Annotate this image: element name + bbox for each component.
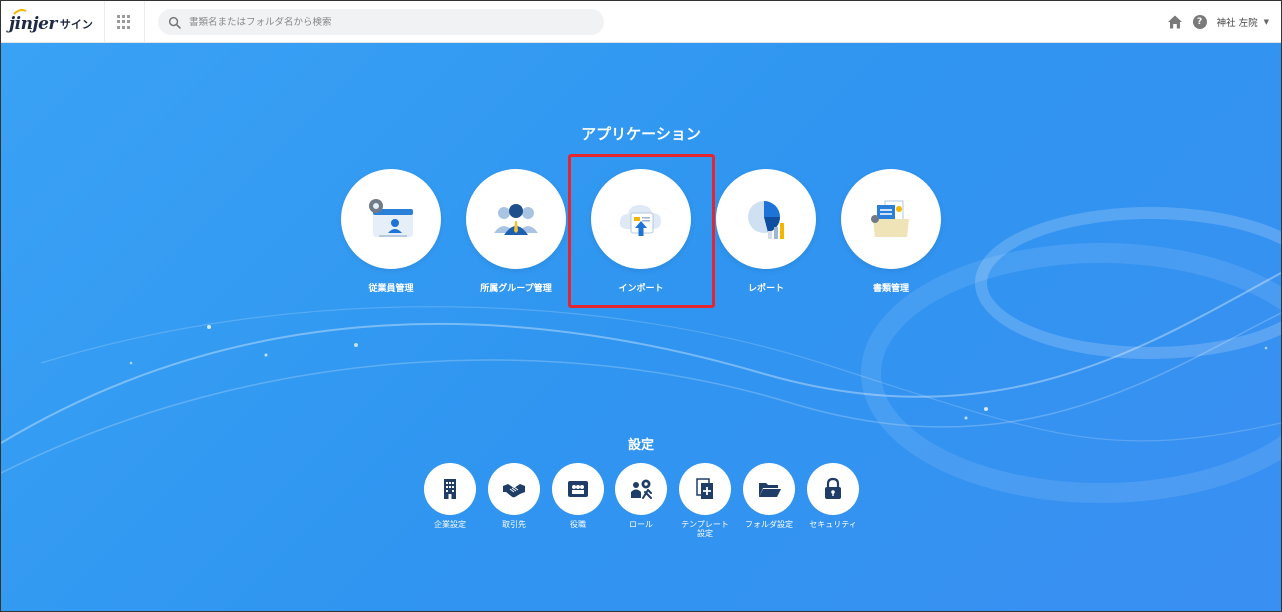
app-employee-management[interactable]: 従業員管理 (336, 169, 446, 294)
setting-position[interactable]: 役職 (546, 463, 610, 529)
app-label: レポート (747, 284, 784, 294)
app-document-management[interactable]: 書類管理 (836, 169, 946, 294)
setting-label: 役職 (570, 520, 586, 529)
app-circle[interactable] (466, 169, 566, 269)
setting-circle[interactable] (424, 463, 476, 515)
setting-business-partner[interactable]: 取引先 (482, 463, 546, 529)
app-report[interactable]: レポート (711, 169, 821, 294)
top-header: jinjer サイン ? 神社 左院 ▼ (1, 1, 1281, 43)
header-divider (144, 1, 145, 42)
setting-role[interactable]: ロール (609, 463, 673, 529)
handshake-icon (503, 484, 525, 498)
lock-icon (825, 477, 841, 499)
setting-label: セキュリティ (809, 520, 857, 529)
setting-circle[interactable] (743, 463, 795, 515)
app-grid-icon[interactable] (117, 15, 131, 29)
setting-label: フォルダ設定 (745, 520, 793, 529)
setting-circle[interactable] (679, 463, 731, 515)
applications-title: アプリケーション (581, 125, 701, 143)
app-logo[interactable]: jinjer サイン (9, 9, 93, 35)
group-people-icon (494, 204, 538, 235)
app-label: 書類管理 (872, 284, 909, 294)
app-group-management[interactable]: 所属グループ管理 (461, 169, 571, 294)
chevron-down-icon[interactable]: ▼ (1264, 18, 1269, 26)
search-bar[interactable] (158, 9, 604, 35)
setting-circle[interactable] (552, 463, 604, 515)
setting-label: テンプレート設定 (681, 520, 729, 538)
app-circle[interactable] (341, 169, 441, 269)
employee-card-icon (369, 199, 413, 237)
user-name[interactable]: 神社 左院 (1217, 15, 1258, 29)
logo-swoosh-icon (13, 9, 27, 15)
app-label: 従業員管理 (368, 284, 414, 294)
highlight-box (568, 154, 715, 308)
header-right: ? 神社 左院 ▼ (1167, 13, 1269, 31)
folder-open-icon (759, 483, 781, 497)
setting-label: ロール (629, 520, 653, 529)
setting-label: 取引先 (502, 520, 526, 529)
building-icon (444, 479, 456, 499)
setting-company[interactable]: 企業設定 (418, 463, 482, 529)
search-icon (168, 16, 181, 29)
document-folder-icon (871, 200, 909, 237)
settings-title: 設定 (627, 438, 654, 453)
home-icon[interactable] (1167, 14, 1183, 30)
setting-security[interactable]: セキュリティ (801, 463, 865, 529)
setting-label: 企業設定 (434, 520, 466, 529)
template-add-icon (696, 478, 713, 499)
logo-subtitle: サイン (59, 18, 93, 31)
org-chart-icon (568, 481, 588, 497)
setting-circle[interactable] (807, 463, 859, 515)
header-divider (104, 1, 105, 42)
app-circle[interactable] (841, 169, 941, 269)
setting-template[interactable]: テンプレート設定 (673, 463, 737, 538)
setting-folder[interactable]: フォルダ設定 (737, 463, 801, 529)
main-area: アプリケーション 従業員管理 所属グループ管理 インポート レポート 書類管理 … (1, 43, 1281, 611)
logo-word: jinjer (9, 14, 57, 34)
pie-chart-icon (748, 201, 784, 239)
help-icon[interactable]: ? (1192, 15, 1207, 29)
app-window: jinjer サイン ? 神社 左院 ▼ (0, 0, 1282, 612)
app-circle[interactable] (716, 169, 816, 269)
setting-circle[interactable] (488, 463, 540, 515)
setting-circle[interactable] (615, 463, 667, 515)
app-label: 所属グループ管理 (480, 284, 552, 294)
role-gear-icon (631, 479, 652, 499)
search-input[interactable] (189, 16, 589, 28)
